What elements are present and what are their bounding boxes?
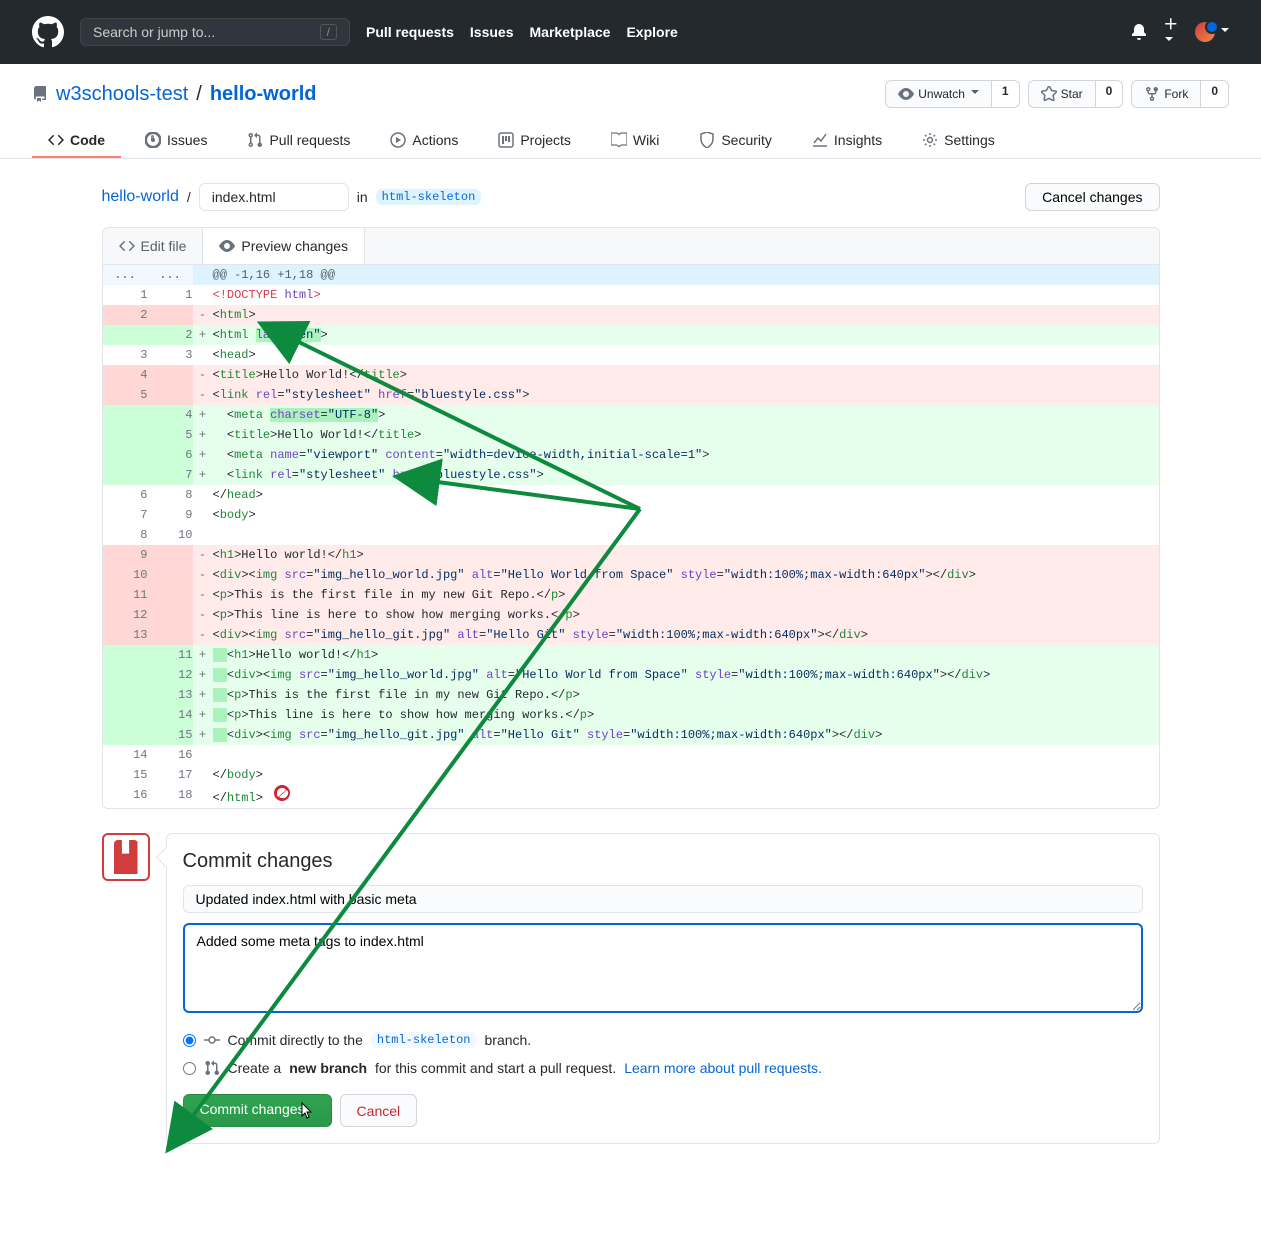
- file-breadcrumb: hello-world / in html-skeleton Cancel ch…: [102, 183, 1160, 211]
- github-logo[interactable]: [32, 16, 64, 48]
- git-pr-icon: [204, 1060, 220, 1076]
- tab-insights[interactable]: Insights: [796, 124, 898, 158]
- fork-count[interactable]: 0: [1201, 80, 1229, 108]
- commit-form: Commit changes Commit directly to the ht…: [166, 833, 1160, 1144]
- commit-summary-input[interactable]: [183, 885, 1143, 913]
- search-placeholder: Search or jump to...: [93, 24, 215, 40]
- diff-row: 1618 </html>: [103, 785, 1159, 808]
- unwatch-button[interactable]: Unwatch: [885, 80, 992, 108]
- breadcrumb-root[interactable]: hello-world: [102, 188, 179, 206]
- diff-row: 810: [103, 525, 1159, 545]
- watch-count[interactable]: 1: [992, 80, 1020, 108]
- repo-tabs: Code Issues Pull requests Actions Projec…: [32, 124, 1229, 158]
- diff-row: 33 <head>: [103, 345, 1159, 365]
- filename-input[interactable]: [199, 183, 349, 211]
- star-count[interactable]: 0: [1096, 80, 1124, 108]
- diff-row: 2-<html>: [103, 305, 1159, 325]
- diff-row: 79 <body>: [103, 505, 1159, 525]
- diff-row: 1416: [103, 745, 1159, 765]
- diff-row: 13+ <p>This is the first file in my new …: [103, 685, 1159, 705]
- diff-row: 5+ <title>Hello World!</title>: [103, 425, 1159, 445]
- diff-row: 4+ <meta charset="UTF-8">: [103, 405, 1159, 425]
- nav-explore[interactable]: Explore: [626, 24, 677, 40]
- diff-row: 11+ <h1>Hello world!</h1>: [103, 645, 1159, 665]
- diff-row: 13-<div><img src="img_hello_git.jpg" alt…: [103, 625, 1159, 645]
- repo-breadcrumb: w3schools-test / hello-world: [32, 83, 317, 106]
- nav-pulls[interactable]: Pull requests: [366, 24, 454, 40]
- repo-owner-link[interactable]: w3schools-test: [56, 83, 188, 106]
- diff-row: 2+<html lang="en">: [103, 325, 1159, 345]
- fork-button[interactable]: Fork: [1131, 80, 1201, 108]
- diff-row: 15+ <div><img src="img_hello_git.jpg" al…: [103, 725, 1159, 745]
- diff-table: ......@@ -1,16 +1,18 @@11 <!DOCTYPE html…: [103, 265, 1159, 808]
- diff-row: 4-<title>Hello World!</title>: [103, 365, 1159, 385]
- repo-icon: [32, 86, 48, 102]
- diff-row: 11-<p>This is the first file in my new G…: [103, 585, 1159, 605]
- diff-row: 68 </head>: [103, 485, 1159, 505]
- global-header: Search or jump to... / Pull requests Iss…: [0, 0, 1261, 64]
- diff-row: 9-<h1>Hello world!</h1>: [103, 545, 1159, 565]
- diff-row: 14+ <p>This line is here to show how mer…: [103, 705, 1159, 725]
- commit-direct-radio[interactable]: Commit directly to the html-skeleton bra…: [183, 1026, 1143, 1054]
- cursor-icon: [301, 1102, 315, 1120]
- edit-file-tab[interactable]: Edit file: [103, 228, 204, 264]
- tab-wiki[interactable]: Wiki: [595, 124, 675, 158]
- cancel-changes-button[interactable]: Cancel changes: [1025, 183, 1159, 211]
- star-button[interactable]: Star: [1028, 80, 1096, 108]
- diff-row: 12+ <div><img src="img_hello_world.jpg" …: [103, 665, 1159, 685]
- user-menu[interactable]: [1195, 22, 1229, 42]
- notifications-icon[interactable]: [1131, 24, 1147, 40]
- avatar: [1195, 22, 1215, 42]
- tab-security[interactable]: Security: [683, 124, 788, 158]
- create-branch-radio[interactable]: Create a new branch for this commit and …: [183, 1054, 1143, 1082]
- diff-viewer: Edit file Preview changes ......@@ -1,16…: [102, 227, 1160, 809]
- commit-changes-button[interactable]: Commit changes: [183, 1094, 332, 1127]
- slash-key-hint: /: [320, 24, 337, 40]
- repo-name-link[interactable]: hello-world: [210, 83, 317, 106]
- diff-row: 1517 </body>: [103, 765, 1159, 785]
- tab-issues[interactable]: Issues: [129, 124, 223, 158]
- branch-tag[interactable]: html-skeleton: [376, 189, 482, 205]
- diff-row: 5-<link rel="stylesheet" href="bluestyle…: [103, 385, 1159, 405]
- preview-changes-tab[interactable]: Preview changes: [203, 228, 365, 264]
- diff-row: 6+ <meta name="viewport" content="width=…: [103, 445, 1159, 465]
- create-new-icon[interactable]: [1163, 16, 1179, 48]
- nav-issues[interactable]: Issues: [470, 24, 514, 40]
- diff-row: 12-<p>This line is here to show how merg…: [103, 605, 1159, 625]
- git-commit-icon: [204, 1032, 220, 1048]
- commit-description-input[interactable]: [183, 923, 1143, 1013]
- tab-projects[interactable]: Projects: [482, 124, 587, 158]
- tab-code[interactable]: Code: [32, 124, 121, 158]
- commit-avatar: [102, 833, 150, 881]
- top-nav: Pull requests Issues Marketplace Explore: [366, 24, 678, 40]
- nav-marketplace[interactable]: Marketplace: [530, 24, 611, 40]
- diff-row: 7+ <link rel="stylesheet" href="bluestyl…: [103, 465, 1159, 485]
- learn-more-link[interactable]: Learn more about pull requests.: [624, 1060, 822, 1076]
- repo-header: w3schools-test / hello-world Unwatch 1 S…: [0, 64, 1261, 159]
- tab-actions[interactable]: Actions: [374, 124, 474, 158]
- tab-settings[interactable]: Settings: [906, 124, 1011, 158]
- diff-row: 10-<div><img src="img_hello_world.jpg" a…: [103, 565, 1159, 585]
- cancel-commit-button[interactable]: Cancel: [340, 1094, 418, 1127]
- commit-heading: Commit changes: [183, 850, 1143, 873]
- diff-row: 11 <!DOCTYPE html>: [103, 285, 1159, 305]
- search-input[interactable]: Search or jump to... /: [80, 18, 350, 46]
- tab-pulls[interactable]: Pull requests: [231, 124, 366, 158]
